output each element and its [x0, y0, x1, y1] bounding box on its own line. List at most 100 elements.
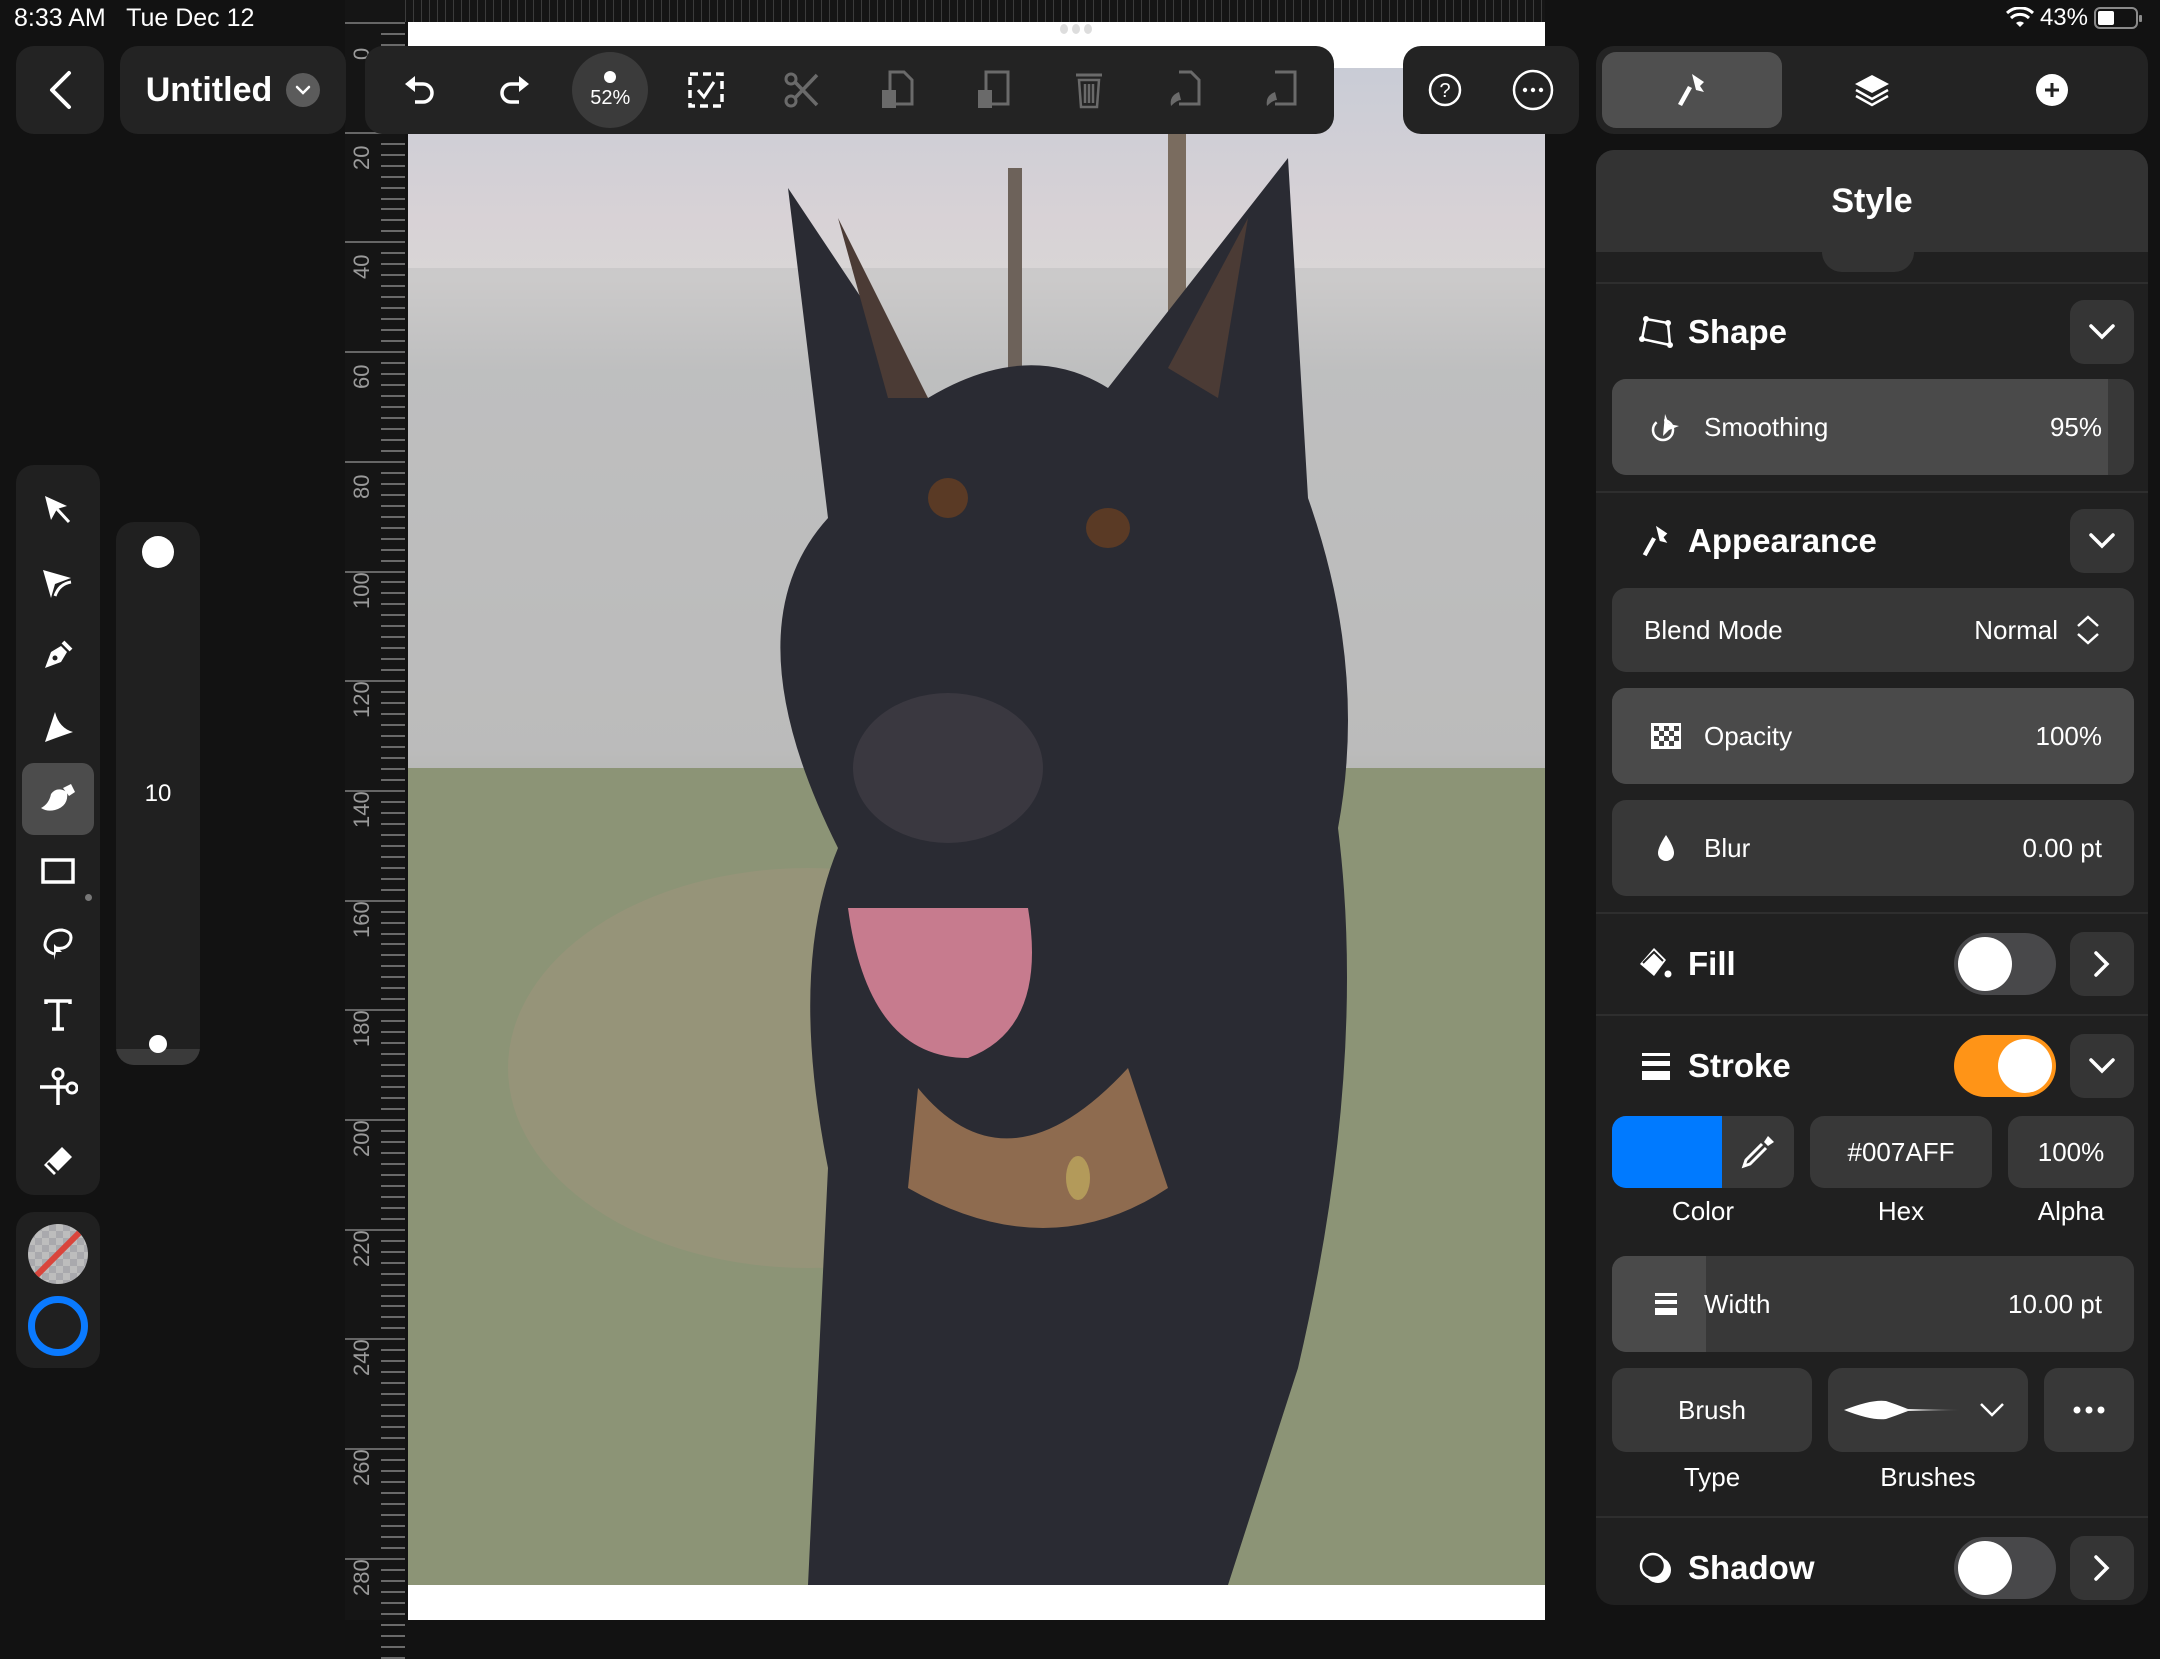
ruler-minor-tick: [381, 1173, 405, 1176]
tool-vector-brush[interactable]: [22, 691, 94, 763]
tab-add[interactable]: [1962, 52, 2142, 128]
redo-button[interactable]: [475, 50, 555, 130]
brush-stroke-preview-icon: [1844, 1400, 1962, 1420]
brush-size-value: 10: [144, 780, 172, 807]
tool-scissors[interactable]: [22, 1051, 94, 1123]
ruler-minor-tick: [381, 965, 405, 968]
tool-rectangle[interactable]: [22, 835, 94, 907]
blur-slider[interactable]: Blur 0.00 pt: [1612, 800, 2134, 896]
stroke-type-button[interactable]: Brush: [1612, 1368, 1812, 1452]
ruler-minor-tick: [381, 32, 405, 35]
opacity-slider[interactable]: Opacity 100%: [1612, 688, 2134, 784]
ruler-minor-tick: [381, 296, 405, 299]
ruler-minor-tick: [381, 866, 405, 869]
ruler-minor-tick: [381, 636, 405, 639]
copy-style-button[interactable]: [1144, 50, 1224, 130]
delete-button[interactable]: [1049, 50, 1129, 130]
stroke-width-slider[interactable]: Width 10.00 pt: [1612, 1256, 2134, 1352]
tool-selection[interactable]: [22, 475, 94, 547]
document-title-menu[interactable]: Untitled: [120, 46, 346, 134]
undo-button[interactable]: [379, 50, 459, 130]
more-options-button[interactable]: [1511, 68, 1555, 112]
chevron-down-icon: [1980, 1403, 2004, 1417]
ruler-minor-tick: [381, 1634, 405, 1637]
ruler-minor-tick: [381, 526, 405, 529]
artboard-handle[interactable]: [1060, 24, 1100, 34]
ruler-minor-tick: [381, 987, 405, 990]
vector-brush-icon: [41, 710, 75, 744]
shadow-details-button[interactable]: [2070, 1536, 2134, 1600]
shadow-section-header: Shadow: [1596, 1518, 2148, 1605]
undo-icon: [401, 72, 437, 108]
copy-button[interactable]: [857, 50, 937, 130]
stroke-collapse-button[interactable]: [2070, 1034, 2134, 1098]
paste-button[interactable]: [953, 50, 1033, 130]
battery-percent: 43%: [2039, 4, 2088, 31]
brush-options-button[interactable]: [2044, 1368, 2134, 1452]
ruler-minor-tick: [381, 274, 405, 277]
ruler-minor-tick: [381, 504, 405, 507]
ruler-minor-tick: [381, 252, 405, 255]
tab-layers[interactable]: [1782, 52, 1962, 128]
chevron-left-icon: [47, 70, 73, 110]
dog-photo[interactable]: [408, 68, 1545, 1585]
alpha-input[interactable]: 100%: [2008, 1116, 2134, 1188]
ruler-minor-tick: [381, 1250, 405, 1253]
ruler-minor-tick: [381, 921, 405, 924]
stroke-color-swatch[interactable]: [1612, 1116, 1722, 1188]
cut-button[interactable]: [762, 50, 842, 130]
fill-toggle[interactable]: [1954, 933, 2056, 995]
brushes-dropdown[interactable]: [1828, 1368, 2028, 1452]
ruler-label: 280: [349, 1559, 374, 1596]
blend-mode-select[interactable]: Blend Mode Normal: [1612, 588, 2134, 672]
stroke-color-row: #007AFF 100%: [1612, 1116, 2134, 1188]
stroke-section-header: Stroke: [1596, 1016, 2148, 1116]
lasso-icon: [40, 924, 76, 962]
stroke-color-well[interactable]: [28, 1296, 88, 1356]
fill-details-button[interactable]: [2070, 932, 2134, 996]
document-title: Untitled: [145, 70, 273, 109]
hex-input[interactable]: #007AFF: [1810, 1116, 1992, 1188]
tool-lasso[interactable]: [22, 907, 94, 979]
stroke-toggle[interactable]: [1954, 1035, 2056, 1097]
shadow-toggle[interactable]: [1954, 1537, 2056, 1599]
ellipsis-circle-icon: [1511, 68, 1555, 112]
paste-style-icon: [1263, 70, 1297, 110]
ruler-minor-tick: [381, 1470, 405, 1473]
eyedropper-button[interactable]: [1722, 1116, 1794, 1188]
fill-title: Fill: [1688, 945, 1736, 982]
select-all-icon: [687, 71, 725, 109]
blur-value: 0.00 pt: [2022, 832, 2102, 863]
tool-pen[interactable]: [22, 619, 94, 691]
shadow-title: Shadow: [1688, 1549, 1815, 1586]
select-all-button[interactable]: [666, 50, 746, 130]
ruler-minor-tick: [381, 1491, 405, 1494]
ruler-minor-tick: [381, 1020, 405, 1023]
tool-direct-selection[interactable]: [22, 547, 94, 619]
fill-section-header: Fill: [1596, 914, 2148, 1014]
ruler-major-tick: [345, 351, 405, 354]
zoom-level-button[interactable]: 52%: [570, 50, 650, 130]
smoothing-slider[interactable]: Smoothing 95%: [1612, 379, 2134, 475]
brush-size-slider[interactable]: 10: [116, 522, 200, 1065]
panel-drag-handle[interactable]: [1822, 252, 1914, 272]
ruler-minor-tick: [381, 153, 405, 156]
paste-style-button[interactable]: [1240, 50, 1320, 130]
back-button[interactable]: [16, 46, 104, 134]
tool-eraser[interactable]: [22, 1123, 94, 1195]
ruler-minor-tick: [381, 1612, 405, 1615]
polygon-icon: [1636, 312, 1676, 352]
appearance-collapse-button[interactable]: [2070, 508, 2134, 573]
ruler-minor-tick: [381, 1031, 405, 1034]
size-slider-thumb[interactable]: [149, 1035, 167, 1053]
ruler-major-tick: [345, 22, 405, 24]
ruler-minor-tick: [381, 285, 405, 288]
tab-style[interactable]: [1602, 52, 1782, 128]
tool-brush[interactable]: [22, 763, 94, 835]
brush-icon: [1674, 72, 1710, 108]
ruler-minor-tick: [381, 1426, 405, 1429]
tool-text[interactable]: [22, 979, 94, 1051]
help-button[interactable]: ?: [1427, 72, 1463, 108]
fill-color-well-none[interactable]: [28, 1224, 88, 1284]
shape-collapse-button[interactable]: [2070, 299, 2134, 364]
